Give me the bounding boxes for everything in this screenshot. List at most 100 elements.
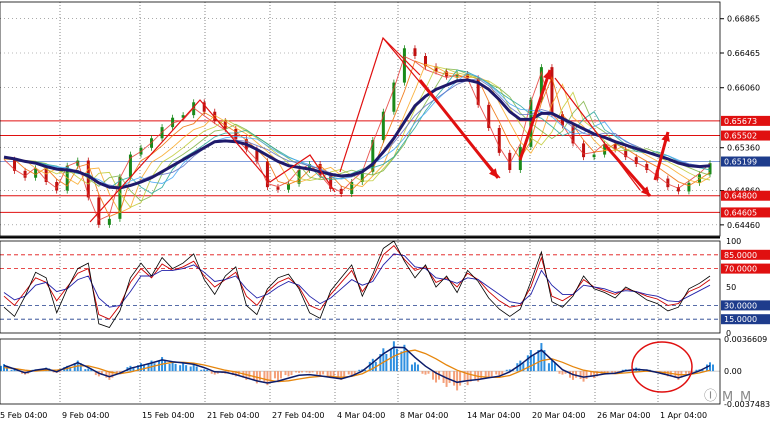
x-tick-label: 21 Feb 04:00 <box>207 411 259 420</box>
y-tick-label: 0.66060 <box>727 84 760 93</box>
histogram-bar <box>263 371 266 382</box>
down-arrow <box>418 79 500 179</box>
x-tick-label: 9 Feb 04:00 <box>62 411 109 420</box>
current-price-label: 0.65199 <box>724 158 757 167</box>
histogram-bar <box>206 369 209 372</box>
stochastic-tick-label: 50 <box>726 283 736 292</box>
histogram-bar <box>558 371 561 374</box>
x-tick-label: 8 Mar 04:00 <box>400 411 448 420</box>
histogram-bar <box>427 371 430 374</box>
histogram-bar <box>295 371 298 373</box>
histogram-bar <box>484 371 487 377</box>
watermark: Ⓘ M M <box>704 389 751 405</box>
histogram-bar <box>553 363 556 372</box>
histogram-bar <box>200 369 203 372</box>
panel-frame <box>0 1 721 237</box>
histogram-bar <box>179 365 182 372</box>
histogram-bar <box>416 364 419 372</box>
histogram-bar <box>547 363 550 372</box>
histogram-bar <box>456 371 459 391</box>
histogram-bar <box>158 360 161 372</box>
histogram-bar <box>529 350 532 372</box>
histogram-bar <box>189 366 192 372</box>
histogram-bar <box>677 371 680 380</box>
histogram-bar <box>585 371 588 380</box>
histogram-bar <box>540 343 543 372</box>
svg-text:M: M <box>722 390 733 405</box>
stochastic-line <box>3 240 711 328</box>
histogram-bar <box>10 369 13 372</box>
histogram-bar <box>153 363 156 372</box>
ribbon-ma-line <box>3 68 711 202</box>
candle-body <box>107 218 111 225</box>
histogram-bar <box>301 371 304 373</box>
histogram-bar <box>276 371 279 381</box>
stochastic-level-label: 70.0000 <box>724 265 757 274</box>
histogram-bar <box>459 371 462 386</box>
histogram-bar <box>185 365 188 372</box>
y-tick-label: 0.65360 <box>727 144 760 153</box>
histogram-bar <box>168 363 171 372</box>
histogram-bar <box>308 371 311 373</box>
histogram-bar <box>550 360 553 372</box>
histogram-bar <box>505 369 508 372</box>
x-tick-label: 1 Apr 04:00 <box>660 411 707 420</box>
histogram-bar <box>385 354 388 372</box>
price-level-label: 0.64800 <box>724 192 757 201</box>
histogram-bar <box>410 364 413 372</box>
svg-text:Ⓘ: Ⓘ <box>704 389 717 404</box>
histogram-bar <box>490 371 493 377</box>
histogram-bar <box>495 371 498 375</box>
histogram-bar <box>305 371 308 373</box>
candle-body <box>687 182 691 192</box>
histogram-bar <box>332 371 335 377</box>
histogram-bar <box>203 369 206 372</box>
histogram-bar <box>279 371 282 379</box>
histogram-bar <box>389 348 392 372</box>
histogram-bar <box>532 355 535 372</box>
histogram-bar <box>684 371 687 374</box>
histogram-bar <box>453 371 456 386</box>
histogram-bar <box>400 351 403 372</box>
histogram-bar <box>287 371 290 377</box>
candle-body <box>413 48 417 56</box>
histogram-bar <box>290 371 293 376</box>
histogram-bar <box>258 371 261 381</box>
candle-body <box>23 170 27 178</box>
stochastic-level-label: 30.0000 <box>724 301 757 310</box>
candle-body <box>582 143 586 158</box>
candle-body <box>234 128 238 140</box>
histogram-bar <box>87 368 90 372</box>
histogram-bar <box>413 362 416 372</box>
stochastic-tick-label: 100 <box>726 237 741 246</box>
histogram-bar <box>424 371 427 375</box>
candle-body <box>34 168 38 178</box>
histogram-bar <box>611 371 614 373</box>
histogram-bar <box>712 364 714 372</box>
histogram-bar <box>248 371 251 378</box>
stochastic-level-label: 15.0000 <box>724 315 757 324</box>
up-arrow-head <box>543 70 552 80</box>
histogram-bar <box>182 363 185 372</box>
histogram-bar <box>195 366 198 372</box>
stochastic-level-label: 85.0000 <box>724 251 757 260</box>
histogram-bar <box>273 371 276 379</box>
histogram-bar <box>284 371 287 376</box>
histogram-bar <box>311 371 314 373</box>
highlight-circle <box>631 341 693 393</box>
histogram-bar <box>537 350 540 372</box>
histogram-bar <box>319 371 322 376</box>
candle-body <box>276 187 280 190</box>
histogram-bar <box>498 371 501 376</box>
x-tick-label: 4 Mar 04:00 <box>337 411 385 420</box>
y-tick-label: 0.64460 <box>727 221 760 230</box>
histogram-bar <box>326 371 329 377</box>
histogram-bar <box>164 360 167 372</box>
histogram-bar <box>480 371 483 380</box>
histogram-bar <box>406 351 409 372</box>
x-tick-label: 26 Mar 04:00 <box>597 411 650 420</box>
x-tick-label: 20 Mar 04:00 <box>532 411 585 420</box>
histogram-bar <box>322 371 325 375</box>
histogram-bar <box>382 348 385 372</box>
histogram-bar <box>421 371 424 374</box>
